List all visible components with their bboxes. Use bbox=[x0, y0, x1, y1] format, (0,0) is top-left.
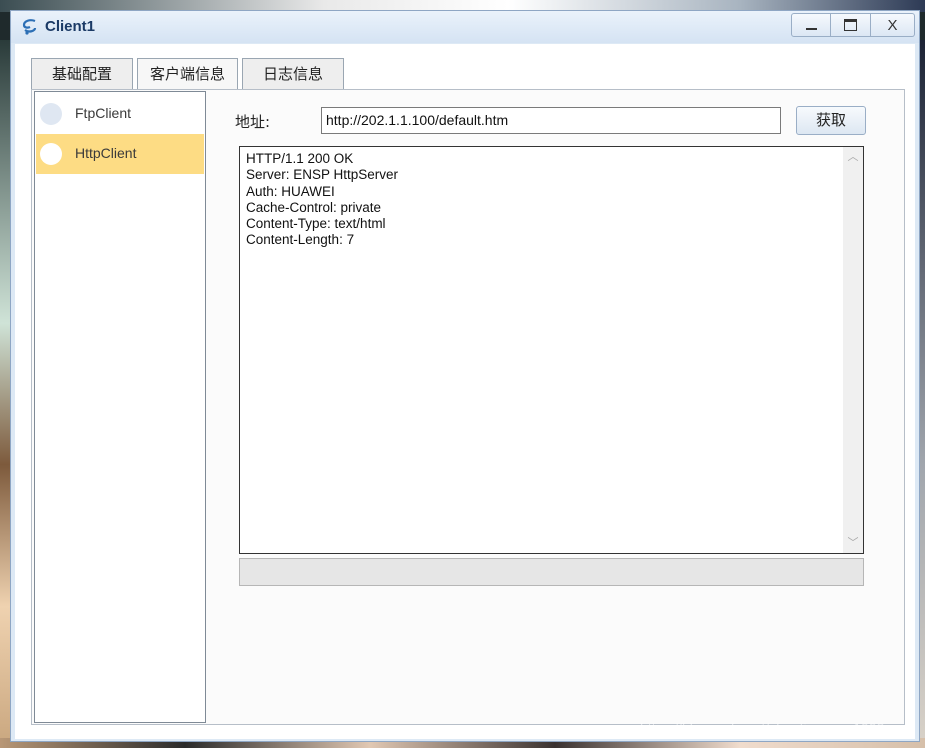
tab-basic-config[interactable]: 基础配置 bbox=[31, 58, 133, 89]
scroll-down-icon[interactable]: ﹀ bbox=[847, 537, 859, 549]
response-textarea[interactable]: HTTP/1.1 200 OK Server: ENSP HttpServer … bbox=[239, 146, 864, 554]
watermark: https://blog.csdn.net/zhaotiannuo_1998 bbox=[640, 720, 885, 736]
response-line: HTTP/1.1 200 OK bbox=[246, 151, 354, 166]
response-line: Content-Length: 7 bbox=[246, 232, 355, 248]
tab-log-info[interactable]: 日志信息 bbox=[242, 58, 344, 89]
app-icon bbox=[22, 19, 37, 35]
sidebar-item-httpclient[interactable]: HttpClient bbox=[36, 134, 204, 174]
response-line: Cache-Control: private bbox=[246, 199, 382, 215]
sidebar-item-label: FtpClient bbox=[75, 105, 132, 121]
tab-client-info[interactable]: 客户端信息 bbox=[137, 58, 238, 89]
response-line: Content-Type: text/html bbox=[246, 216, 386, 232]
response-line: Server: ENSP HttpServer bbox=[246, 167, 399, 183]
client1-window: Client1 X 基础配置 客户端信息 日志信息 FtpClient Http… bbox=[10, 10, 920, 742]
tab-content-panel: FtpClient HttpClient 地址: http://202.1.1.… bbox=[31, 89, 905, 725]
maximize-icon bbox=[844, 19, 857, 31]
address-label: 地址: bbox=[235, 113, 271, 131]
title-bar[interactable]: Client1 X bbox=[11, 11, 919, 43]
progress-bar bbox=[239, 558, 864, 586]
maximize-button[interactable] bbox=[831, 13, 871, 37]
response-content: HTTP/1.1 200 OK Server: ENSP HttpServer … bbox=[246, 151, 398, 249]
close-button[interactable]: X bbox=[871, 13, 915, 37]
window-title: Client1 bbox=[45, 18, 96, 35]
address-input[interactable]: http://202.1.1.100/default.htm bbox=[321, 107, 781, 134]
scroll-up-icon[interactable]: ︿ bbox=[847, 151, 859, 163]
vertical-scrollbar[interactable]: ︿ ﹀ bbox=[843, 147, 863, 553]
circle-icon bbox=[40, 103, 62, 125]
get-button[interactable]: 获取 bbox=[796, 106, 866, 135]
minimize-icon bbox=[805, 28, 817, 30]
response-line: Auth: HUAWEI bbox=[246, 183, 335, 199]
circle-icon bbox=[40, 143, 62, 165]
sidebar-item-label: HttpClient bbox=[75, 145, 137, 161]
client-type-list: FtpClient HttpClient bbox=[34, 91, 206, 723]
minimize-button[interactable] bbox=[791, 13, 831, 37]
sidebar-item-ftpclient[interactable]: FtpClient bbox=[36, 94, 204, 134]
client-area: 基础配置 客户端信息 日志信息 FtpClient HttpClient 地址:… bbox=[15, 44, 915, 739]
